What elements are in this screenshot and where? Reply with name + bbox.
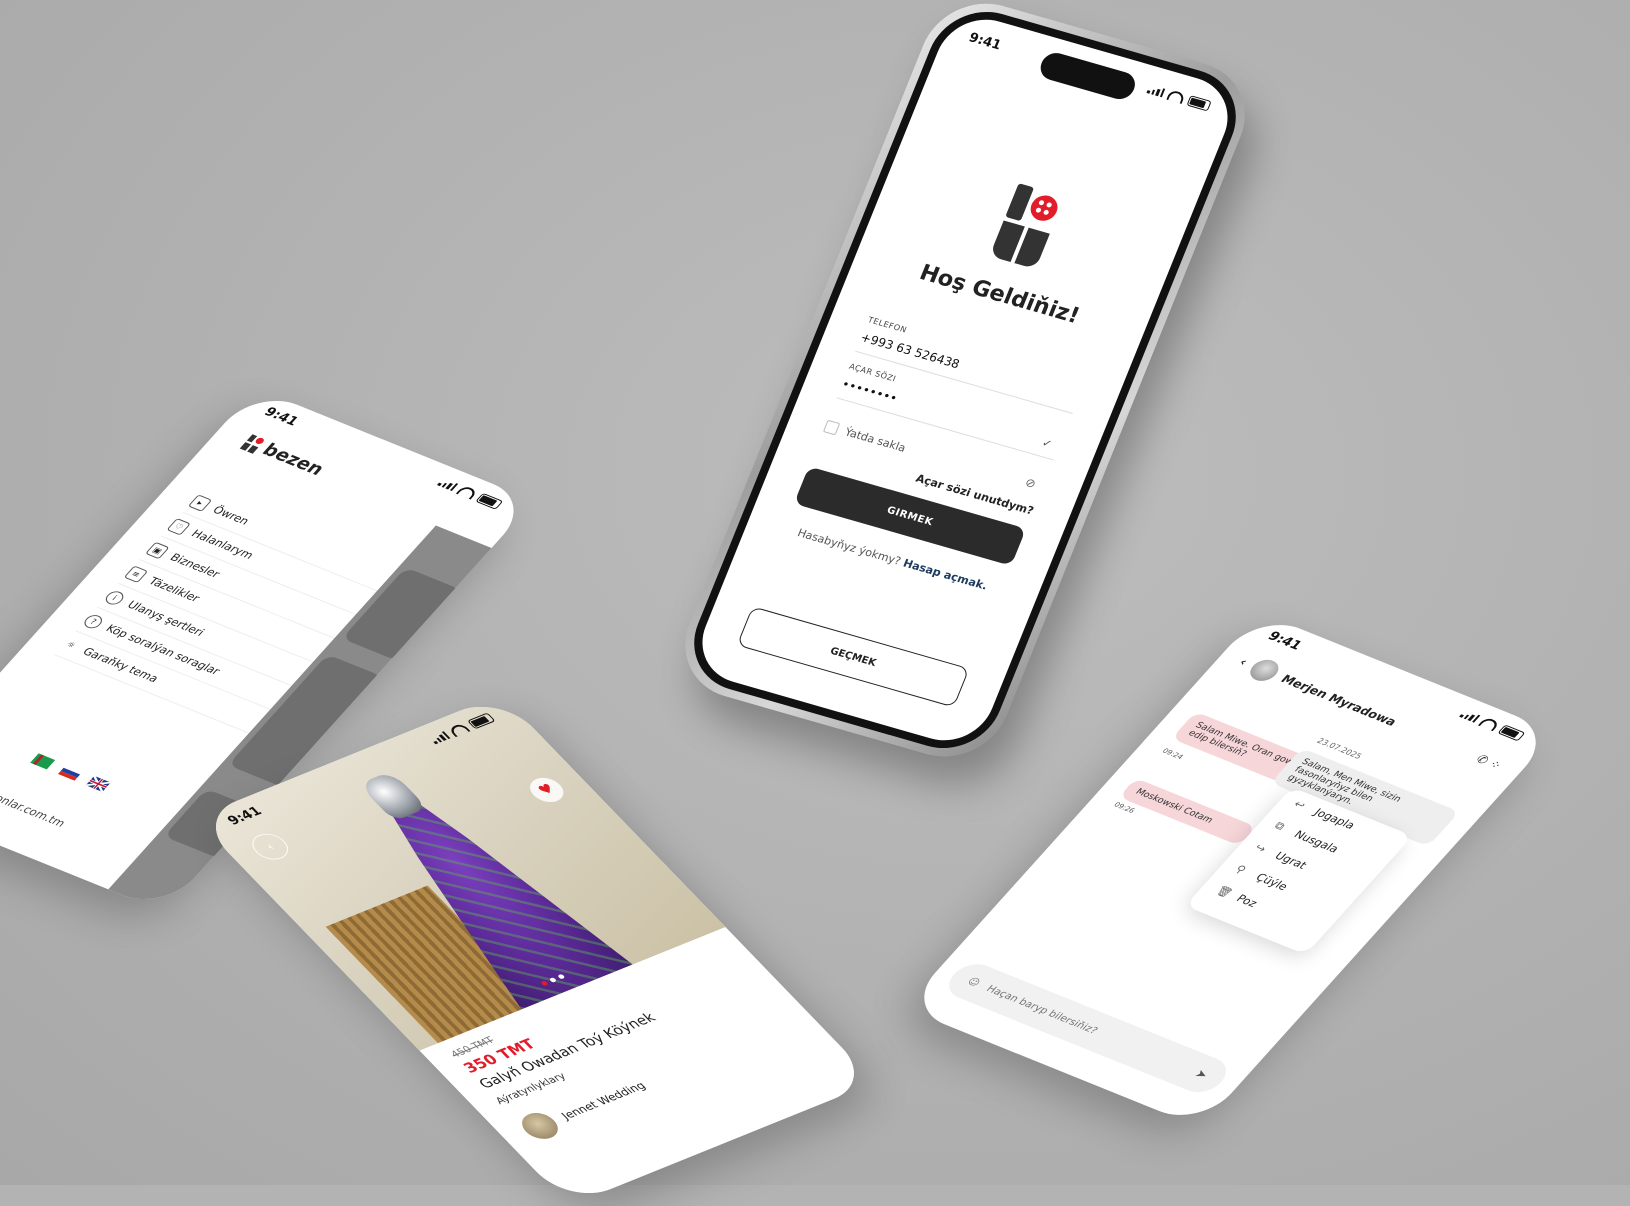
battery-icon (466, 712, 496, 729)
signal-icon (1459, 709, 1481, 723)
wifi-icon (456, 484, 479, 500)
favorite-heart-icon[interactable]: ♥ (523, 773, 571, 807)
menu-item-label: Öwren (210, 503, 253, 527)
message-input[interactable]: ☺ Haçan baryp bilersiňiz? ➤ (939, 958, 1236, 1098)
status-time: 9:41 (260, 404, 302, 429)
flag-en-icon[interactable] (85, 775, 111, 793)
login-screen: 9:41 Hoş Geldiňiz! TELEFON +993 63 52643… (688, 8, 1242, 752)
status-time: 9:41 (1264, 628, 1306, 653)
check-icon: ✓ (1040, 436, 1054, 451)
status-icons (1146, 83, 1212, 111)
back-icon[interactable]: ‹ (1236, 655, 1251, 668)
news-icon: ≡ (124, 565, 149, 583)
website-link[interactable]: www.fasonlar.com.tm (0, 775, 68, 830)
trash-icon: 🗑 (1213, 884, 1236, 900)
forward-icon: ↪ (1251, 841, 1270, 856)
reply-icon: ↩ (1290, 797, 1309, 812)
message-time: 09:24 (1160, 747, 1185, 762)
remember-me[interactable]: Ýatda sakla (822, 419, 908, 455)
heart-icon: ♡ (166, 517, 192, 536)
sun-icon: ☼ (64, 639, 78, 650)
wifi-icon (447, 722, 471, 737)
login-button[interactable]: GIRMEK (793, 466, 1027, 566)
mockup-stage: 9:41 bezen → ▸ Öwren ♡ Halanlarym › (0, 0, 1630, 1206)
bezen-logo-icon (989, 183, 1065, 270)
emoji-icon[interactable]: ☺ (965, 976, 983, 989)
phone-label: TELEFON (866, 315, 909, 335)
phone-input[interactable]: +993 63 526438 (859, 330, 962, 371)
info-icon: i (102, 588, 128, 607)
product-screen: ‹ ♥ 9:41 450 TMT 350 TMT Galyň Owadan To… (194, 694, 876, 1206)
store-icon: ▣ (145, 541, 170, 559)
contact-avatar (1244, 656, 1284, 685)
signal-icon (436, 477, 459, 491)
signal-icon (1146, 84, 1166, 98)
signal-icon (428, 731, 451, 745)
skip-button[interactable]: GEÇMEK (736, 606, 970, 708)
seller-avatar (514, 1108, 566, 1144)
play-icon: ▸ (188, 493, 213, 512)
hide-password-eye-icon[interactable]: ⊘ (1023, 475, 1038, 491)
status-icons (436, 477, 504, 510)
create-account-link[interactable]: Hasap açmak. (901, 557, 989, 593)
battery-icon (1186, 94, 1212, 111)
incoming-message[interactable]: Moskowski Cotam (1118, 778, 1257, 846)
remember-checkbox[interactable] (822, 419, 841, 436)
copy-icon: ⧉ (1271, 819, 1288, 833)
back-icon[interactable]: ‹ (245, 829, 296, 864)
status-icons (1459, 708, 1526, 742)
status-time: 9:41 (966, 29, 1004, 53)
remember-label: Ýatda sakla (843, 425, 908, 455)
divider (836, 397, 1055, 461)
divider (855, 350, 1073, 414)
message-input-placeholder: Haçan baryp bilersiňiz? (983, 983, 1100, 1036)
wifi-icon (1166, 88, 1186, 104)
seller-name: Jennet Wedding (558, 1079, 649, 1122)
login-phone: 9:41 Hoş Geldiňiz! TELEFON +993 63 52643… (667, 0, 1263, 771)
status-time: 9:41 (224, 804, 266, 828)
more-icon[interactable]: ⁘ (1486, 757, 1505, 772)
flag-ru-icon[interactable] (57, 764, 84, 781)
battery-icon (475, 492, 504, 510)
pin-icon: ⚲ (1232, 862, 1250, 877)
language-flags (30, 753, 111, 793)
question-icon: ? (81, 612, 106, 631)
wifi-icon (1478, 716, 1501, 731)
chat-actions: ✆ ⁘ (1473, 752, 1505, 772)
battery-icon (1497, 724, 1526, 742)
flag-tm-icon[interactable] (30, 753, 56, 770)
no-account-text: Hasabyňyz ýokmy? (795, 526, 903, 568)
send-icon[interactable]: ➤ (1192, 1067, 1211, 1082)
